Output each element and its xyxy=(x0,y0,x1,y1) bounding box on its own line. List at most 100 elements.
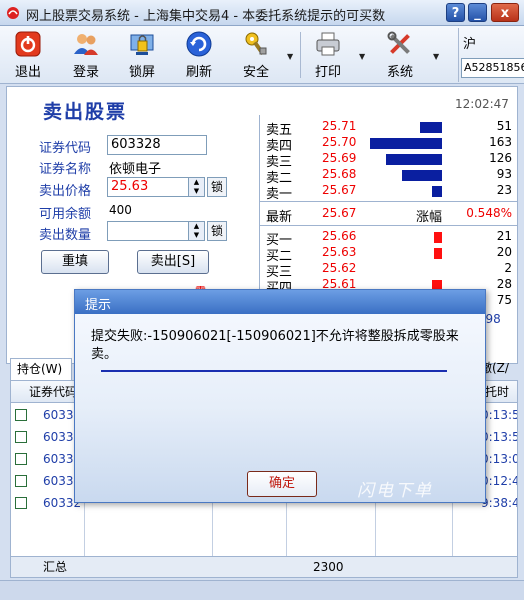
change-label: 涨幅 xyxy=(416,210,443,225)
close-button[interactable]: x xyxy=(491,3,519,22)
row-time: 0:13:5 xyxy=(481,430,518,444)
row-checkbox[interactable] xyxy=(15,409,27,421)
refresh-button[interactable]: 刷新 xyxy=(177,28,221,82)
security-label: 安全 xyxy=(242,65,269,80)
tools-icon xyxy=(387,31,410,54)
price-label: 卖出价格 xyxy=(39,184,92,199)
sell-button[interactable]: 卖出[S] xyxy=(137,250,209,274)
quantity-lock-button[interactable]: 锁 xyxy=(207,221,227,241)
ask-volume-bar xyxy=(386,154,442,165)
quantity-input[interactable] xyxy=(107,221,189,241)
price-stepper[interactable]: ▲ ▼ xyxy=(188,177,205,197)
market-label[interactable]: 沪 xyxy=(463,33,476,52)
row-checkbox[interactable] xyxy=(15,453,27,465)
quote-divider xyxy=(260,225,518,226)
bid-volume: 20 xyxy=(496,245,512,259)
row-time: 0:13:5 xyxy=(481,408,518,422)
ask-name: 卖一 xyxy=(266,187,293,202)
column-line xyxy=(286,500,287,556)
summary-value: 2300 xyxy=(313,560,344,574)
reset-button[interactable]: 重填 xyxy=(41,250,109,274)
system-label: 系统 xyxy=(386,65,413,80)
last-price: 25.67 xyxy=(322,206,357,220)
bid-row-3: 买三 25.62 2 xyxy=(260,261,518,280)
ask-price: 25.67 xyxy=(322,183,357,197)
summary-label: 汇总 xyxy=(43,560,68,574)
ok-button[interactable]: 确定 xyxy=(247,471,317,497)
row-time: 0:13:0 xyxy=(481,452,518,466)
title-bar: 网上股票交易系统 - 上海集中交易4 - 本委托系统提示的可买数 ? _ x xyxy=(0,0,524,26)
ask-row-5: 卖五 25.71 51 xyxy=(260,119,518,138)
ask-row-2: 卖二 25.68 93 xyxy=(260,167,518,186)
last-price-row: 最新 25.67 涨幅 0.548% xyxy=(260,203,518,225)
refresh-label: 刷新 xyxy=(185,65,212,80)
power-icon xyxy=(15,31,41,57)
ask-row-1: 卖一 25.67 23 xyxy=(260,183,518,202)
dialog-message: 提交失败:-150906021[-150906021]不允许将整股拆成零股来卖。 xyxy=(91,329,459,362)
brand-watermark: 闪电下单 xyxy=(357,481,433,501)
minimize-button[interactable]: _ xyxy=(468,3,487,22)
help-button[interactable]: ? xyxy=(446,3,465,22)
account-field[interactable]: A52851856 xyxy=(461,58,524,78)
bid-price: 25.63 xyxy=(322,245,357,259)
ask-price: 25.68 xyxy=(322,167,357,181)
row-checkbox[interactable] xyxy=(15,475,27,487)
exit-button[interactable]: 退出 xyxy=(6,28,50,82)
print-button[interactable]: 打印 xyxy=(306,28,350,82)
ask-price: 25.71 xyxy=(322,119,357,133)
print-dropdown-icon[interactable]: ▼ xyxy=(359,52,365,61)
price-input[interactable]: 25.63 xyxy=(107,177,189,197)
key-icon xyxy=(245,32,267,55)
login-button[interactable]: 登录 xyxy=(64,28,108,82)
lock-screen-label: 锁屏 xyxy=(128,65,155,80)
code-input[interactable]: 603328 xyxy=(107,135,207,155)
page-title: 卖出股票 xyxy=(43,101,128,123)
system-dropdown-icon[interactable]: ▼ xyxy=(433,52,439,61)
status-bar xyxy=(0,580,524,600)
quantity-label: 卖出数量 xyxy=(39,228,92,243)
refresh-icon xyxy=(186,31,212,57)
security-button[interactable]: 安全 xyxy=(234,28,278,82)
print-label: 打印 xyxy=(314,65,341,80)
dialog-header: 提示 xyxy=(75,290,485,314)
bid-volume-bar xyxy=(434,232,442,243)
column-line xyxy=(452,500,453,556)
summary-row: 汇总 2300 xyxy=(10,556,518,578)
bid-row-1: 买一 25.66 21 xyxy=(260,229,518,248)
login-label: 登录 xyxy=(72,65,99,80)
ask-volume-bar xyxy=(432,186,442,197)
system-button[interactable]: 系统 xyxy=(378,28,422,82)
column-line xyxy=(212,500,213,556)
code-label: 证券代码 xyxy=(39,141,92,156)
bid-row-2: 买二 25.63 20 xyxy=(260,245,518,264)
bid-volume: 75 xyxy=(496,293,512,307)
last-price-label: 最新 xyxy=(266,210,293,225)
ask-volume: 93 xyxy=(496,167,512,181)
price-lock-button[interactable]: 锁 xyxy=(207,177,227,197)
lock-screen-button[interactable]: 锁屏 xyxy=(120,28,164,82)
ask-volume-bar xyxy=(402,170,442,181)
bid-volume: 21 xyxy=(496,229,512,243)
ask-row-4: 卖四 25.70 163 xyxy=(260,135,518,154)
quote-divider xyxy=(260,201,518,202)
ask-volume-bar xyxy=(370,138,442,149)
users-icon xyxy=(74,34,98,55)
change-pct: 0.548% xyxy=(466,206,512,220)
quantity-stepper[interactable]: ▲ ▼ xyxy=(188,221,205,241)
ask-volume: 163 xyxy=(489,135,512,149)
security-dropdown-icon[interactable]: ▼ xyxy=(287,52,293,61)
row-checkbox[interactable] xyxy=(15,431,27,443)
name-label: 证券名称 xyxy=(39,162,92,177)
bid-price: 25.66 xyxy=(322,229,357,243)
bid-volume-bar xyxy=(434,248,442,259)
ask-volume: 126 xyxy=(489,151,512,165)
lock-screen-icon xyxy=(130,34,154,55)
tab-holdings[interactable]: 持仓(W) xyxy=(10,358,72,380)
market-selector: 沪 A52851856 xyxy=(458,28,524,82)
printer-icon xyxy=(316,32,340,56)
time-display: 12:02:47 xyxy=(455,97,509,111)
row-checkbox[interactable] xyxy=(15,497,27,509)
bid-volume: 2 xyxy=(504,261,512,275)
bid-volume: 28 xyxy=(496,277,512,291)
ask-volume: 23 xyxy=(496,183,512,197)
